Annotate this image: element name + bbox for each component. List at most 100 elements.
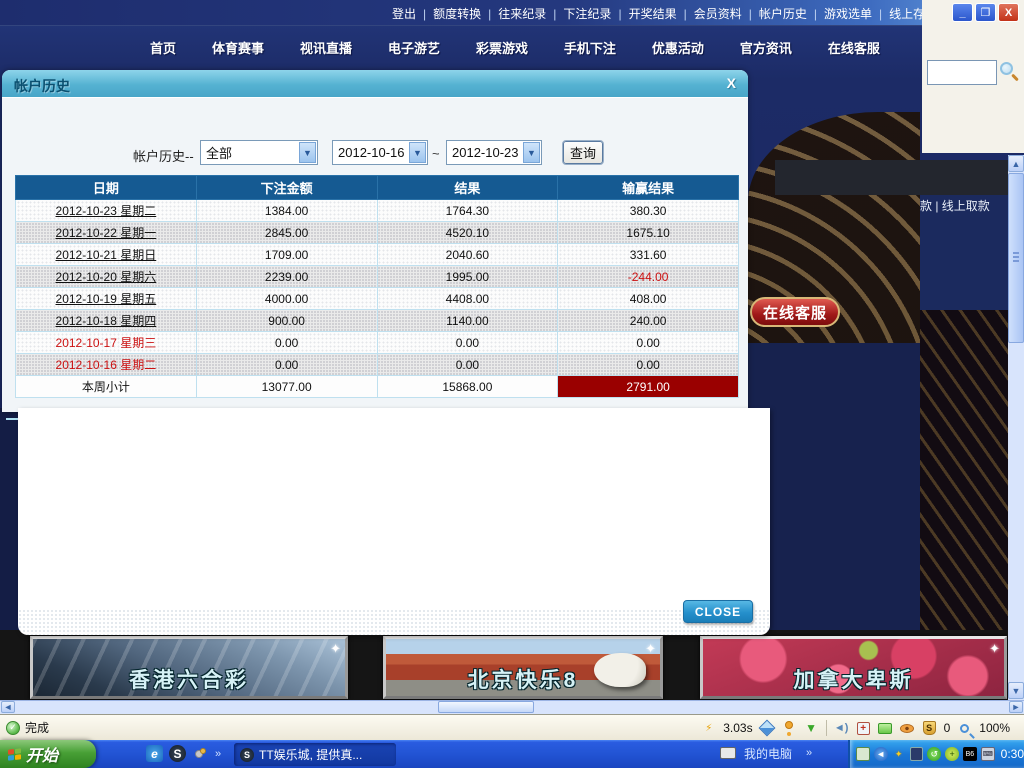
popup-content-area: CLOSE	[18, 408, 770, 635]
date-link[interactable]: 2012-10-23 星期二	[16, 200, 197, 222]
done-check-icon: ✓	[6, 721, 20, 735]
nav-item[interactable]: 官方资讯	[740, 38, 792, 60]
plus-icon[interactable]: +	[945, 747, 959, 761]
horizontal-scroll-thumb[interactable]	[438, 701, 534, 713]
dialog-close-icon[interactable]: X	[727, 75, 736, 91]
result-amount: 4408.00	[377, 288, 558, 310]
search-icon[interactable]	[1000, 62, 1013, 75]
dialog-titlebar[interactable]: 帐户历史 X	[2, 70, 748, 98]
zoom-level[interactable]: 100%	[979, 721, 1010, 735]
account-link[interactable]: 帐户历史	[742, 7, 807, 21]
banner-caption: 北京快乐8	[386, 664, 660, 694]
banner-caption: 香港六合彩	[33, 664, 345, 694]
winloss-amount: 408.00	[558, 288, 739, 310]
close-window-button[interactable]: X	[998, 3, 1019, 22]
scroll-right-button[interactable]: ►	[1009, 701, 1023, 713]
below-roulette-area	[748, 343, 920, 630]
account-link[interactable]: 往来纪录	[481, 7, 546, 21]
status-bar-icons: ⚡ 3.03s ▼ ◄) + S 0 100%	[701, 715, 1010, 741]
star-icon[interactable]: ✦	[892, 747, 906, 761]
keyboard-icon[interactable]	[720, 747, 736, 759]
account-links-bar: 登出额度转换往来纪录下注纪录开奖结果会员资料帐户历史游戏选单线上存款	[392, 5, 934, 23]
close-button[interactable]: CLOSE	[683, 600, 753, 623]
banner-caption: 加拿大卑斯	[703, 664, 1004, 694]
taskbar-item-active[interactable]: S TT娱乐城, 提供真...	[234, 743, 396, 766]
quick-launch-more[interactable]: »	[215, 748, 221, 760]
ie-icon[interactable]: e	[146, 745, 163, 762]
nav-item[interactable]: 在线客服	[828, 38, 880, 60]
filter-row: 帐户历史-- 全部 ▼ 2012-10-16 ▼ ~ 2012-10-23 ▼ …	[2, 140, 748, 166]
hide-icons-icon[interactable]: ◄	[874, 747, 888, 761]
quick-launch: e S »	[146, 745, 221, 762]
kite-icon[interactable]	[759, 720, 776, 737]
nav-item[interactable]: 视讯直播	[300, 38, 352, 60]
banner-hongkong-lottery[interactable]: ✦ 香港六合彩	[30, 636, 348, 699]
screen-icon[interactable]	[878, 723, 892, 734]
bo-icon[interactable]: B6	[963, 747, 977, 761]
col-header-bet: 下注金额	[196, 176, 377, 200]
search-input[interactable]	[927, 60, 997, 85]
sparkle-icon: ✦	[645, 641, 656, 657]
ime-icon[interactable]: ⌨	[981, 747, 995, 761]
nav-item[interactable]: 体育赛事	[212, 38, 264, 60]
member-links-partial[interactable]: 款 | 线上取款	[920, 195, 1008, 217]
date-link[interactable]: 2012-10-18 星期四	[16, 310, 197, 332]
eye-icon[interactable]	[900, 724, 914, 733]
taskbar-more[interactable]: »	[806, 747, 812, 759]
account-link[interactable]: 登出	[392, 7, 416, 21]
browser-icon[interactable]: S	[169, 745, 186, 762]
nav-item[interactable]: 优惠活动	[652, 38, 704, 60]
download-arrow-icon[interactable]: ▼	[804, 721, 819, 736]
speaker-icon[interactable]: ◄)	[834, 721, 849, 736]
date-from-select[interactable]: 2012-10-16 ▼	[332, 140, 428, 165]
subtotal-bet: 13077.00	[196, 376, 377, 398]
usb-icon[interactable]	[856, 747, 870, 761]
banner-canada-bc[interactable]: ✦ 加拿大卑斯	[700, 636, 1007, 699]
taskbar-item-my-computer[interactable]: 我的电脑	[744, 745, 792, 762]
date-link[interactable]: 2012-10-19 星期五	[16, 288, 197, 310]
update-icon[interactable]: ↺	[927, 747, 941, 761]
category-select[interactable]: 全部 ▼	[200, 140, 318, 165]
scroll-left-button[interactable]: ◄	[1, 701, 15, 713]
shield-icon[interactable]: S	[923, 721, 936, 735]
nav-item[interactable]: 彩票游戏	[476, 38, 528, 60]
banner-beijing-happy8[interactable]: ✦ 北京快乐8	[383, 636, 663, 699]
online-service-button[interactable]: 在线客服	[750, 297, 840, 327]
nav-item[interactable]: 手机下注	[564, 38, 616, 60]
person-icon[interactable]	[785, 721, 793, 729]
gears-icon[interactable]	[192, 745, 209, 762]
monitor-icon[interactable]	[910, 747, 924, 761]
search-button[interactable]: 查询	[563, 141, 603, 164]
nav-item[interactable]: 首页	[150, 38, 176, 60]
date-link[interactable]: 2012-10-22 星期一	[16, 222, 197, 244]
chevron-down-icon: ▼	[409, 142, 426, 163]
date-link[interactable]: 2012-10-21 星期日	[16, 244, 197, 266]
start-button[interactable]: 开始	[0, 740, 96, 768]
scroll-down-button[interactable]: ▼	[1008, 682, 1024, 699]
repair-icon[interactable]: +	[857, 722, 870, 735]
account-link[interactable]: 游戏选单	[807, 7, 872, 21]
minimize-button[interactable]: _	[952, 3, 973, 22]
account-link[interactable]: 下注纪录	[546, 7, 611, 21]
scroll-up-button[interactable]: ▲	[1008, 155, 1024, 172]
account-link[interactable]: 会员资料	[677, 7, 742, 21]
restore-button[interactable]: ❐	[975, 3, 996, 22]
zoom-icon[interactable]	[960, 724, 969, 733]
result-amount: 1140.00	[377, 310, 558, 332]
account-link[interactable]: 额度转换	[416, 7, 481, 21]
bet-amount: 1709.00	[196, 244, 377, 266]
result-amount: 0.00	[377, 354, 558, 376]
account-link[interactable]: 开奖结果	[611, 7, 676, 21]
date-link[interactable]: 2012-10-20 星期六	[16, 266, 197, 288]
table-header-row: 日期 下注金额 结果 输赢结果	[16, 176, 739, 200]
history-table: 日期 下注金额 结果 输赢结果 2012-10-23 星期二 1384.00 1…	[15, 175, 739, 398]
date-to-select[interactable]: 2012-10-23 ▼	[446, 140, 542, 165]
task-label: TT娱乐城, 提供真...	[259, 746, 362, 763]
date-link[interactable]: 2012-10-16 星期二	[16, 354, 197, 376]
result-amount: 1764.30	[377, 200, 558, 222]
filter-label: 帐户历史--	[133, 146, 194, 165]
vertical-scroll-thumb[interactable]	[1008, 173, 1024, 343]
date-link[interactable]: 2012-10-17 星期三	[16, 332, 197, 354]
tray-clock[interactable]: 0:30	[1001, 747, 1024, 761]
nav-item[interactable]: 电子游艺	[388, 38, 440, 60]
